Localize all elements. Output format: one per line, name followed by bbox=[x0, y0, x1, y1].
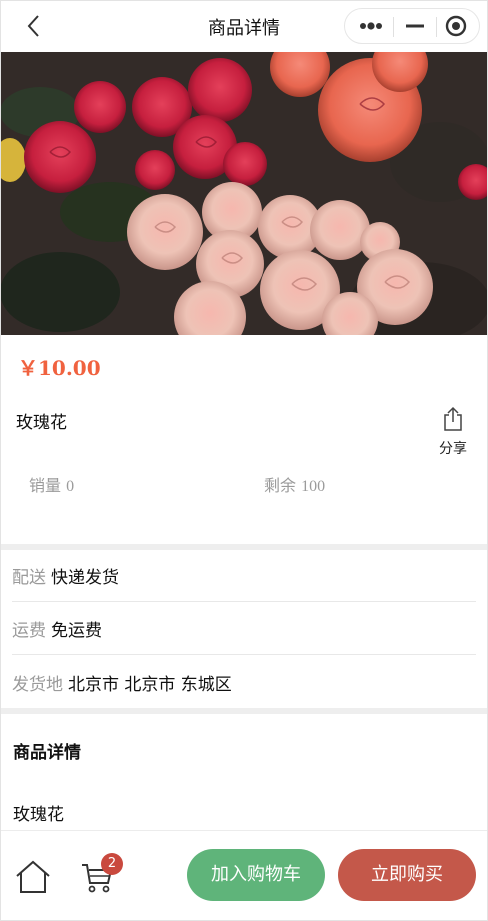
origin-row: 发货地 北京市 北京市 东城区 bbox=[12, 656, 476, 708]
cart-badge: 2 bbox=[101, 853, 123, 875]
delivery-row: 配送 快递发货 bbox=[12, 550, 476, 602]
nav-header: 商品详情 bbox=[0, 0, 488, 52]
product-image[interactable] bbox=[0, 52, 488, 335]
stock-label: 剩余 bbox=[264, 476, 297, 495]
delivery-key: 配送 bbox=[12, 568, 46, 588]
share-icon bbox=[441, 406, 465, 436]
target-close-icon[interactable] bbox=[437, 9, 482, 43]
details-body: 玫瑰花 bbox=[13, 805, 64, 825]
buy-now-button[interactable]: 立即购买 bbox=[338, 849, 476, 901]
shipping-fee-row: 运费 免运费 bbox=[12, 603, 476, 655]
sales-count: 销量 0 bbox=[29, 472, 74, 496]
product-name: 玫瑰花 bbox=[16, 413, 67, 433]
stock-count: 剩余 100 bbox=[264, 472, 325, 496]
sales-label: 销量 bbox=[29, 476, 62, 495]
minimize-icon[interactable] bbox=[395, 9, 440, 43]
bottom-action-bar: 2 加入购物车 立即购买 bbox=[0, 830, 488, 921]
details-title: 商品详情 bbox=[13, 743, 81, 763]
capsule-divider bbox=[393, 17, 394, 37]
delivery-value: 快递发货 bbox=[51, 568, 119, 588]
origin-value: 北京市 北京市 东城区 bbox=[68, 674, 232, 695]
fee-value: 免运费 bbox=[51, 621, 102, 641]
share-button[interactable]: 分享 bbox=[432, 406, 474, 458]
share-label: 分享 bbox=[439, 441, 467, 457]
stock-value: 100 bbox=[301, 478, 326, 495]
fee-key: 运费 bbox=[12, 621, 46, 641]
mini-program-capsule bbox=[344, 8, 480, 44]
add-to-cart-button[interactable]: 加入购物车 bbox=[187, 849, 325, 901]
origin-key: 发货地 bbox=[12, 674, 63, 695]
section-divider bbox=[0, 708, 488, 714]
rose-bouquet-photo bbox=[0, 52, 488, 335]
price: ￥10.00 bbox=[18, 356, 101, 380]
sales-value: 0 bbox=[66, 478, 75, 495]
home-icon[interactable] bbox=[14, 859, 52, 895]
more-dots-icon[interactable] bbox=[347, 9, 392, 43]
